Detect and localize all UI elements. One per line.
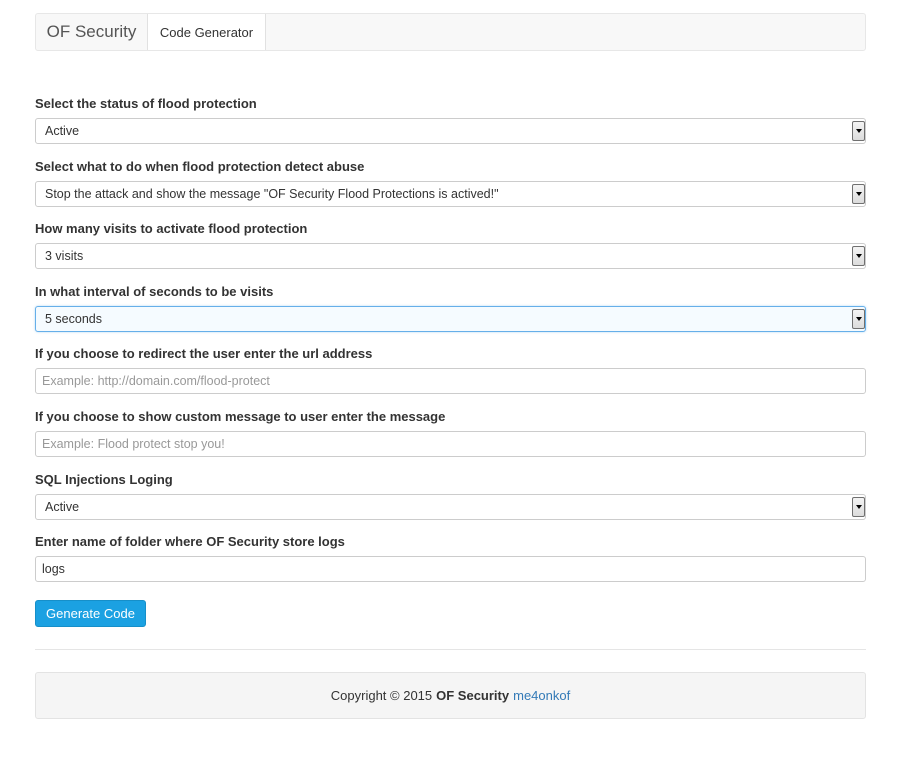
sql-logging-group: SQL Injections Loging Active [35,472,866,535]
flood-status-group: Select the status of flood protection Ac… [35,96,866,159]
log-folder-input[interactable] [35,556,866,583]
chevron-down-icon[interactable] [852,183,865,204]
flood-status-select[interactable]: Active [35,118,866,144]
interval-value: 5 seconds [45,311,102,326]
flood-status-value: Active [45,124,80,138]
interval-label: In what interval of seconds to be visits [35,283,274,299]
flood-action-label: Select what to do when flood protection … [35,158,365,174]
chevron-down-icon[interactable] [852,246,865,267]
visits-label: How many visits to activate flood protec… [35,221,308,237]
generate-code-button[interactable]: Generate Code [35,600,146,627]
interval-select[interactable]: 5 seconds [35,305,866,332]
visits-value: 3 visits [45,249,84,264]
custom-message-input[interactable] [35,430,866,457]
settings-form: Select the status of flood protection Ac… [35,96,866,597]
redirect-url-group: If you choose to redirect the user enter… [35,346,866,409]
navbar: OF Security Code Generator [35,13,866,51]
redirect-url-input[interactable] [35,368,866,395]
custom-message-group: If you choose to show custom message to … [35,409,866,472]
interval-group: In what interval of seconds to be visits… [35,284,866,347]
chevron-down-icon[interactable] [852,308,865,329]
flood-action-value: Stop the attack and show the message "OF… [45,186,499,201]
visits-group: How many visits to activate flood protec… [35,221,866,284]
visits-select[interactable]: 3 visits [35,243,866,270]
chevron-down-icon[interactable] [852,121,865,141]
log-folder-label: Enter name of folder where OF Security s… [35,534,345,550]
sql-logging-value: Active [45,499,80,514]
flood-action-group: Select what to do when flood protection … [35,159,866,222]
navbar-brand[interactable]: OF Security [36,14,147,50]
chevron-down-icon[interactable] [852,496,865,517]
tab-code-generator[interactable]: Code Generator [147,14,266,50]
sql-logging-label: SQL Injections Loging [35,471,173,487]
log-folder-group: Enter name of folder where OF Security s… [35,534,866,597]
footer-copyright: Copyright © 2015 [330,688,433,703]
sql-logging-select[interactable]: Active [35,493,866,520]
flood-action-select[interactable]: Stop the attack and show the message "OF… [35,180,866,207]
divider [35,649,866,650]
footer: Copyright © 2015 OF Security me4onkof [35,672,866,719]
flood-status-label: Select the status of flood protection [35,96,257,111]
footer-author-link[interactable]: me4onkof [513,688,570,703]
footer-brand: OF Security [436,688,510,703]
custom-message-label: If you choose to show custom message to … [35,408,446,424]
redirect-url-label: If you choose to redirect the user enter… [35,346,373,362]
